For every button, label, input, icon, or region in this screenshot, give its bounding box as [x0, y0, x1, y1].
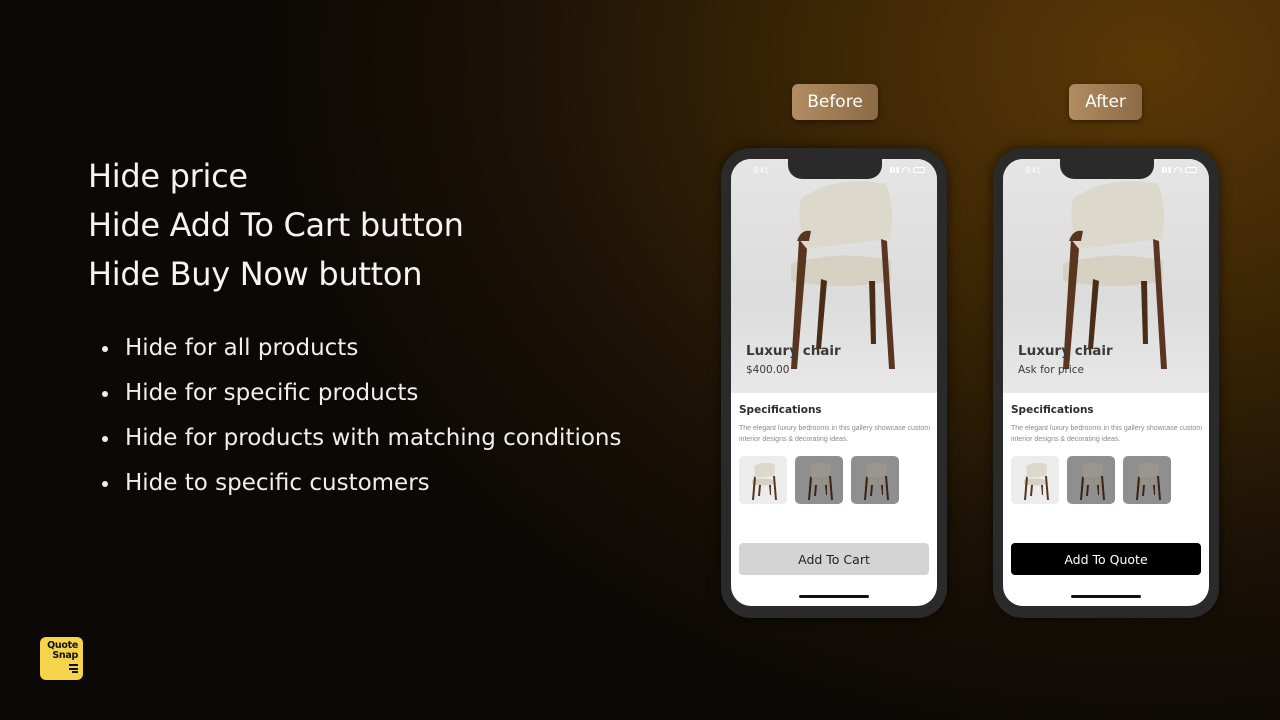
chair-thumbnail-icon: [1080, 462, 1105, 500]
bullet-text: Hide for all products: [125, 335, 359, 361]
product-name: Luxury chair: [746, 343, 841, 359]
before-tag: Before: [792, 84, 878, 120]
thumbnail-2[interactable]: [1067, 456, 1115, 504]
signal-icon: [1162, 167, 1171, 173]
logo-lines-icon: [69, 664, 78, 675]
product-price: $400.00: [746, 364, 790, 376]
status-icons: [1162, 167, 1197, 173]
ask-for-price-text: Ask for price: [1018, 364, 1084, 376]
heading-hide-buy-now: Hide Buy Now button: [88, 255, 423, 293]
thumbnail-gallery: [1011, 456, 1171, 504]
thumbnail-gallery: [739, 456, 899, 504]
home-indicator: [799, 595, 869, 598]
product-name: Luxury chair: [1018, 343, 1113, 359]
chair-thumbnail-icon: [752, 462, 777, 500]
heading-hide-add-to-cart: Hide Add To Cart button: [88, 206, 464, 244]
bullet-item: Hide for specific products: [100, 371, 622, 416]
spec-title: Specifications: [739, 404, 822, 416]
bullet-dot-icon: [102, 480, 108, 487]
bullet-dot-icon: [102, 435, 108, 442]
thumbnail-3[interactable]: [851, 456, 899, 504]
bullet-dot-icon: [102, 390, 108, 397]
logo-text: Quote Snap: [47, 641, 78, 661]
spec-title: Specifications: [1011, 404, 1094, 416]
phone-screen: 9:41 Luxury chair Ask for price Specific…: [1003, 159, 1209, 606]
thumbnail-1[interactable]: [1011, 456, 1059, 504]
phone-mockup-after: 9:41 Luxury chair Ask for price Specific…: [993, 148, 1219, 618]
thumbnail-3[interactable]: [1123, 456, 1171, 504]
chair-thumbnail-icon: [808, 462, 833, 500]
after-tag: After: [1069, 84, 1142, 120]
spec-description: The elegant luxury bedrooms in this gall…: [1011, 425, 1203, 443]
phone-mockup-before: 9:41 Luxury chair $400.00 Specifications…: [721, 148, 947, 618]
status-time: 9:41: [1025, 166, 1041, 175]
quotesnap-logo: Quote Snap: [40, 637, 83, 680]
feature-headings: Hide price Hide Add To Cart button Hide …: [88, 152, 464, 299]
product-hero-image: 9:41 Luxury chair $400.00: [731, 159, 937, 393]
phone-notch: [1060, 159, 1154, 179]
battery-icon: [1185, 167, 1197, 173]
phone-screen: 9:41 Luxury chair $400.00 Specifications…: [731, 159, 937, 606]
chair-thumbnail-icon: [1024, 462, 1049, 500]
signal-icon: [890, 167, 899, 173]
feature-bullet-list: Hide for all products Hide for specific …: [100, 326, 622, 506]
add-to-quote-button[interactable]: Add To Quote: [1011, 543, 1201, 575]
bullet-item: Hide for products with matching conditio…: [100, 416, 622, 461]
wifi-icon: [1174, 167, 1182, 173]
chair-thumbnail-icon: [864, 462, 889, 500]
phone-notch: [788, 159, 882, 179]
bullet-text: Hide for specific products: [125, 380, 419, 406]
battery-icon: [913, 167, 925, 173]
bullet-text: Hide for products with matching conditio…: [125, 425, 622, 451]
chair-thumbnail-icon: [1136, 462, 1161, 500]
thumbnail-2[interactable]: [795, 456, 843, 504]
bullet-item: Hide to specific customers: [100, 461, 622, 506]
product-hero-image: 9:41 Luxury chair Ask for price: [1003, 159, 1209, 393]
home-indicator: [1071, 595, 1141, 598]
logo-line-2: Snap: [52, 650, 78, 661]
add-to-cart-button[interactable]: Add To Cart: [739, 543, 929, 575]
status-icons: [890, 167, 925, 173]
bullet-item: Hide for all products: [100, 326, 622, 371]
thumbnail-1[interactable]: [739, 456, 787, 504]
spec-description: The elegant luxury bedrooms in this gall…: [739, 425, 931, 443]
wifi-icon: [902, 167, 910, 173]
bullet-dot-icon: [102, 345, 108, 352]
status-time: 9:41: [753, 166, 769, 175]
heading-hide-price: Hide price: [88, 157, 248, 195]
bullet-text: Hide to specific customers: [125, 470, 430, 496]
